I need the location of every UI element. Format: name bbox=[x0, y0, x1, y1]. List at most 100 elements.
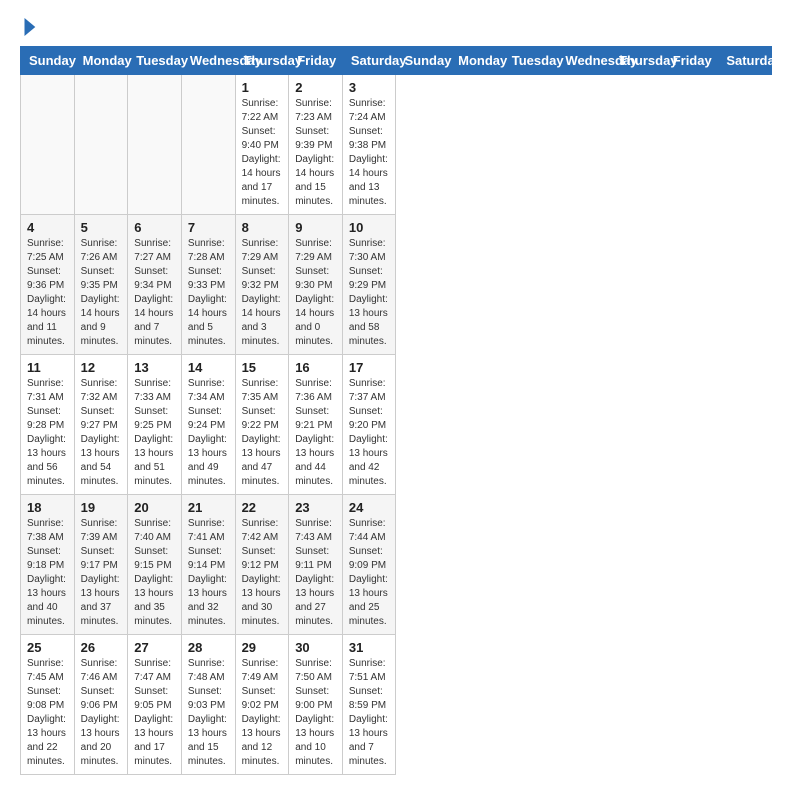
day-number: 18 bbox=[27, 500, 68, 515]
calendar-cell: 23 Sunrise: 7:43 AM Sunset: 9:11 PM Dayli… bbox=[289, 495, 343, 635]
header-monday: Monday bbox=[74, 47, 128, 75]
col-header-saturday: Saturday bbox=[718, 47, 772, 75]
logo-icon bbox=[22, 18, 36, 36]
day-number: 26 bbox=[81, 640, 122, 655]
day-number: 24 bbox=[349, 500, 390, 515]
calendar-cell: 30 Sunrise: 7:50 AM Sunset: 9:00 PM Dayli… bbox=[289, 635, 343, 775]
day-info: Sunrise: 7:28 AM Sunset: 9:33 PM Dayligh… bbox=[188, 237, 229, 349]
day-number: 11 bbox=[27, 360, 68, 375]
calendar-cell: 20 Sunrise: 7:40 AM Sunset: 9:15 PM Dayli… bbox=[128, 495, 182, 635]
calendar-week-5: 25 Sunrise: 7:45 AM Sunset: 9:08 PM Dayli… bbox=[21, 635, 772, 775]
calendar-cell bbox=[128, 75, 182, 215]
day-info: Sunrise: 7:30 AM Sunset: 9:29 PM Dayligh… bbox=[349, 237, 390, 349]
day-number: 22 bbox=[242, 500, 283, 515]
header-saturday: Saturday bbox=[342, 47, 396, 75]
day-info: Sunrise: 7:50 AM Sunset: 9:00 PM Dayligh… bbox=[295, 657, 336, 769]
day-number: 28 bbox=[188, 640, 229, 655]
calendar-cell: 15 Sunrise: 7:35 AM Sunset: 9:22 PM Dayli… bbox=[235, 355, 289, 495]
day-info: Sunrise: 7:48 AM Sunset: 9:03 PM Dayligh… bbox=[188, 657, 229, 769]
calendar-cell: 22Sunrise: 7:42 AM Sunset: 9:12 PM Dayli… bbox=[235, 495, 289, 635]
calendar-cell: 13Sunrise: 7:33 AM Sunset: 9:25 PM Dayli… bbox=[128, 355, 182, 495]
day-info: Sunrise: 7:34 AM Sunset: 9:24 PM Dayligh… bbox=[188, 377, 229, 489]
day-info: Sunrise: 7:32 AM Sunset: 9:27 PM Dayligh… bbox=[81, 377, 122, 489]
day-info: Sunrise: 7:35 AM Sunset: 9:22 PM Dayligh… bbox=[242, 377, 283, 489]
calendar-week-2: 4 Sunrise: 7:25 AM Sunset: 9:36 PM Daylig… bbox=[21, 215, 772, 355]
calendar-cell: 17 Sunrise: 7:37 AM Sunset: 9:20 PM Dayli… bbox=[342, 355, 396, 495]
day-info: Sunrise: 7:41 AM Sunset: 9:14 PM Dayligh… bbox=[188, 517, 229, 629]
calendar-cell: 28 Sunrise: 7:48 AM Sunset: 9:03 PM Dayli… bbox=[181, 635, 235, 775]
calendar-cell: 2Sunrise: 7:23 AM Sunset: 9:39 PM Daylig… bbox=[289, 75, 343, 215]
calendar-cell: 9 Sunrise: 7:29 AM Sunset: 9:30 PM Daylig… bbox=[289, 215, 343, 355]
calendar-week-4: 18 Sunrise: 7:38 AM Sunset: 9:18 PM Dayli… bbox=[21, 495, 772, 635]
day-info: Sunrise: 7:26 AM Sunset: 9:35 PM Dayligh… bbox=[81, 237, 122, 349]
calendar-cell bbox=[74, 75, 128, 215]
calendar-header-row: SundayMondayTuesdayWednesdayThursdayFrid… bbox=[21, 47, 772, 75]
day-info: Sunrise: 7:47 AM Sunset: 9:05 PM Dayligh… bbox=[134, 657, 175, 769]
calendar-cell: 7 Sunrise: 7:28 AM Sunset: 9:33 PM Daylig… bbox=[181, 215, 235, 355]
col-header-friday: Friday bbox=[664, 47, 718, 75]
day-info: Sunrise: 7:29 AM Sunset: 9:32 PM Dayligh… bbox=[242, 237, 283, 349]
day-info: Sunrise: 7:45 AM Sunset: 9:08 PM Dayligh… bbox=[27, 657, 68, 769]
day-info: Sunrise: 7:49 AM Sunset: 9:02 PM Dayligh… bbox=[242, 657, 283, 769]
day-number: 14 bbox=[188, 360, 229, 375]
calendar-cell bbox=[181, 75, 235, 215]
calendar-cell: 3Sunrise: 7:24 AM Sunset: 9:38 PM Daylig… bbox=[342, 75, 396, 215]
col-header-sunday: Sunday bbox=[396, 47, 450, 75]
calendar-cell: 26Sunrise: 7:46 AM Sunset: 9:06 PM Dayli… bbox=[74, 635, 128, 775]
day-number: 10 bbox=[349, 220, 390, 235]
day-number: 23 bbox=[295, 500, 336, 515]
day-number: 12 bbox=[81, 360, 122, 375]
calendar-week-1: 1Sunrise: 7:22 AM Sunset: 9:40 PM Daylig… bbox=[21, 75, 772, 215]
day-number: 17 bbox=[349, 360, 390, 375]
calendar-cell: 8 Sunrise: 7:29 AM Sunset: 9:32 PM Daylig… bbox=[235, 215, 289, 355]
day-info: Sunrise: 7:23 AM Sunset: 9:39 PM Dayligh… bbox=[295, 97, 336, 209]
day-number: 6 bbox=[134, 220, 175, 235]
day-number: 15 bbox=[242, 360, 283, 375]
calendar-cell: 11 Sunrise: 7:31 AM Sunset: 9:28 PM Dayli… bbox=[21, 355, 75, 495]
day-info: Sunrise: 7:43 AM Sunset: 9:11 PM Dayligh… bbox=[295, 517, 336, 629]
day-number: 8 bbox=[242, 220, 283, 235]
calendar-cell: 24 Sunrise: 7:44 AM Sunset: 9:09 PM Dayli… bbox=[342, 495, 396, 635]
day-number: 21 bbox=[188, 500, 229, 515]
day-number: 4 bbox=[27, 220, 68, 235]
calendar-cell bbox=[21, 75, 75, 215]
calendar-cell: 10 Sunrise: 7:30 AM Sunset: 9:29 PM Dayli… bbox=[342, 215, 396, 355]
day-number: 25 bbox=[27, 640, 68, 655]
day-info: Sunrise: 7:51 AM Sunset: 8:59 PM Dayligh… bbox=[349, 657, 390, 769]
day-info: Sunrise: 7:25 AM Sunset: 9:36 PM Dayligh… bbox=[27, 237, 68, 349]
day-number: 20 bbox=[134, 500, 175, 515]
calendar-cell: 16Sunrise: 7:36 AM Sunset: 9:21 PM Dayli… bbox=[289, 355, 343, 495]
calendar-cell: 18 Sunrise: 7:38 AM Sunset: 9:18 PM Dayli… bbox=[21, 495, 75, 635]
day-number: 7 bbox=[188, 220, 229, 235]
day-number: 30 bbox=[295, 640, 336, 655]
calendar-cell: 4 Sunrise: 7:25 AM Sunset: 9:36 PM Daylig… bbox=[21, 215, 75, 355]
day-info: Sunrise: 7:37 AM Sunset: 9:20 PM Dayligh… bbox=[349, 377, 390, 489]
day-info: Sunrise: 7:36 AM Sunset: 9:21 PM Dayligh… bbox=[295, 377, 336, 489]
calendar-cell: 1Sunrise: 7:22 AM Sunset: 9:40 PM Daylig… bbox=[235, 75, 289, 215]
day-info: Sunrise: 7:40 AM Sunset: 9:15 PM Dayligh… bbox=[134, 517, 175, 629]
day-info: Sunrise: 7:22 AM Sunset: 9:40 PM Dayligh… bbox=[242, 97, 283, 209]
header-tuesday: Tuesday bbox=[128, 47, 182, 75]
calendar-cell: 14 Sunrise: 7:34 AM Sunset: 9:24 PM Dayli… bbox=[181, 355, 235, 495]
day-number: 9 bbox=[295, 220, 336, 235]
calendar-cell: 6 Sunrise: 7:27 AM Sunset: 9:34 PM Daylig… bbox=[128, 215, 182, 355]
day-info: Sunrise: 7:29 AM Sunset: 9:30 PM Dayligh… bbox=[295, 237, 336, 349]
day-info: Sunrise: 7:33 AM Sunset: 9:25 PM Dayligh… bbox=[134, 377, 175, 489]
col-header-thursday: Thursday bbox=[611, 47, 665, 75]
calendar-week-3: 11 Sunrise: 7:31 AM Sunset: 9:28 PM Dayli… bbox=[21, 355, 772, 495]
day-info: Sunrise: 7:38 AM Sunset: 9:18 PM Dayligh… bbox=[27, 517, 68, 629]
calendar-cell: 27Sunrise: 7:47 AM Sunset: 9:05 PM Dayli… bbox=[128, 635, 182, 775]
day-number: 29 bbox=[242, 640, 283, 655]
calendar-cell: 31Sunrise: 7:51 AM Sunset: 8:59 PM Dayli… bbox=[342, 635, 396, 775]
col-header-monday: Monday bbox=[450, 47, 504, 75]
day-info: Sunrise: 7:27 AM Sunset: 9:34 PM Dayligh… bbox=[134, 237, 175, 349]
day-info: Sunrise: 7:44 AM Sunset: 9:09 PM Dayligh… bbox=[349, 517, 390, 629]
day-info: Sunrise: 7:24 AM Sunset: 9:38 PM Dayligh… bbox=[349, 97, 390, 209]
calendar-cell: 25 Sunrise: 7:45 AM Sunset: 9:08 PM Dayli… bbox=[21, 635, 75, 775]
header-sunday: Sunday bbox=[21, 47, 75, 75]
calendar-cell: 5Sunrise: 7:26 AM Sunset: 9:35 PM Daylig… bbox=[74, 215, 128, 355]
calendar-cell: 12 Sunrise: 7:32 AM Sunset: 9:27 PM Dayli… bbox=[74, 355, 128, 495]
day-info: Sunrise: 7:31 AM Sunset: 9:28 PM Dayligh… bbox=[27, 377, 68, 489]
header-wednesday: Wednesday bbox=[181, 47, 235, 75]
page-header bbox=[20, 20, 772, 36]
